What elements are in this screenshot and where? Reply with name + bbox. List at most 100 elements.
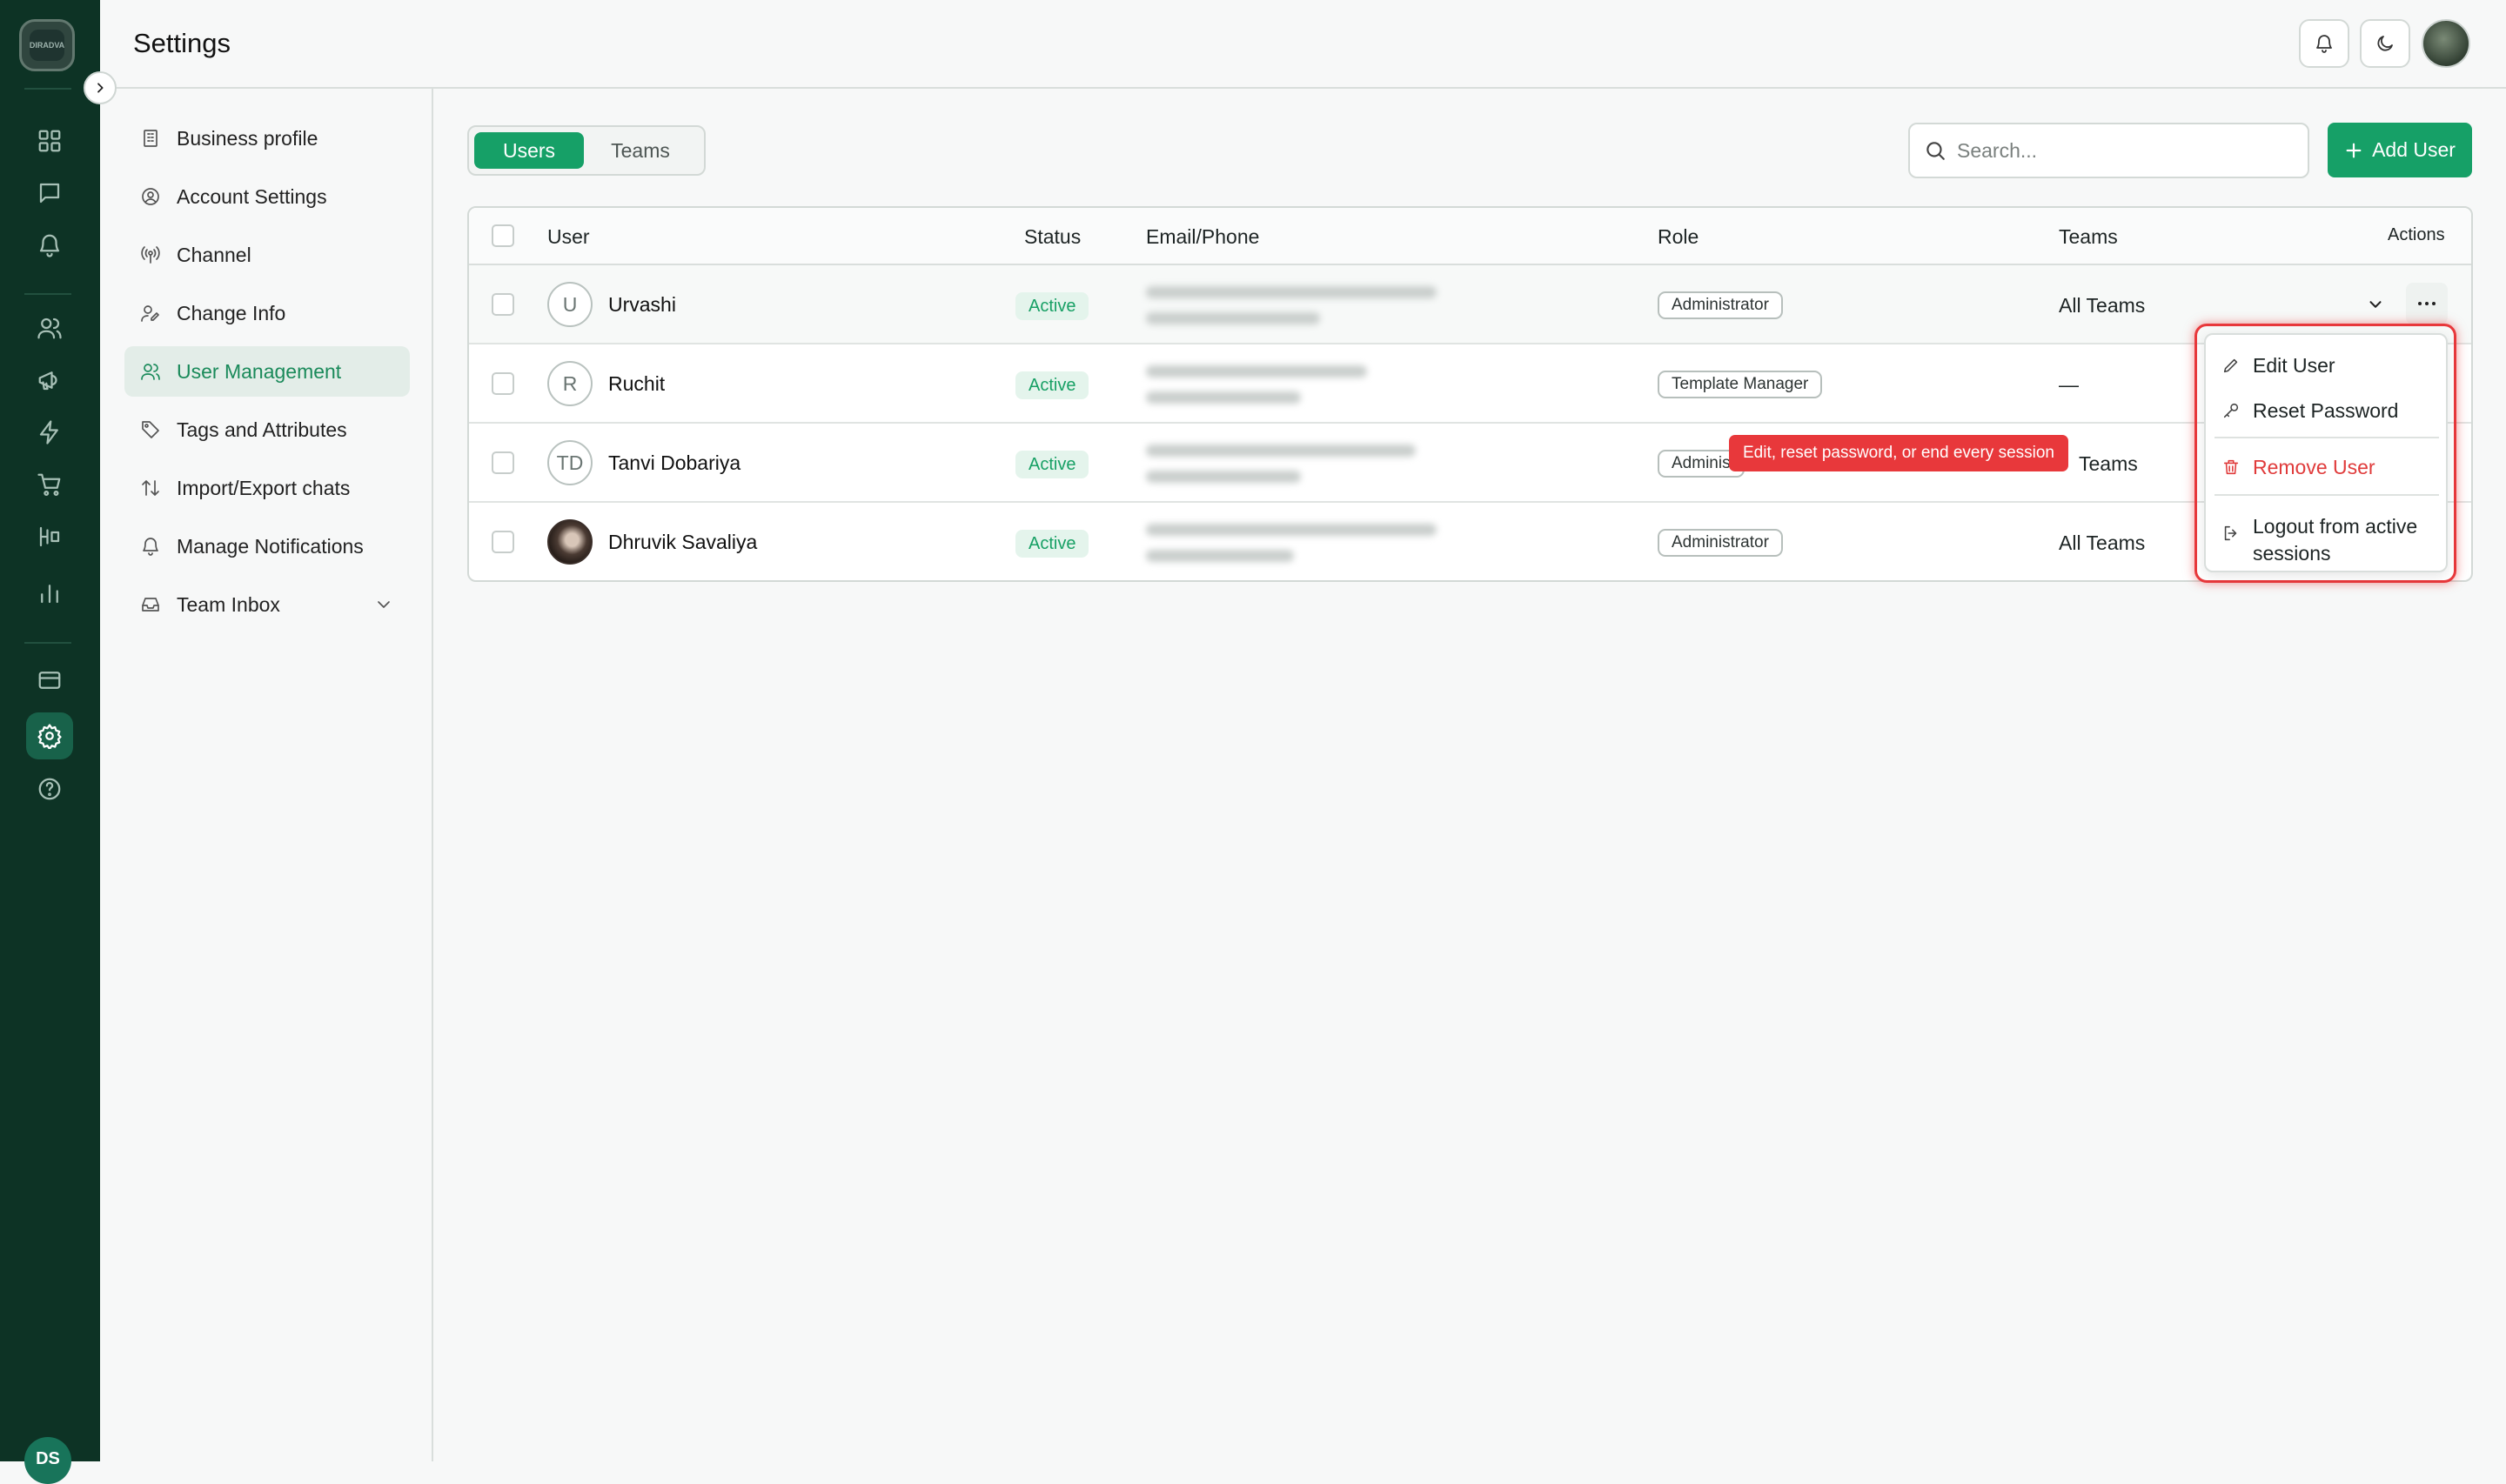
nav-change-info[interactable]: Change Info — [124, 288, 410, 338]
user-name: Tanvi Dobariya — [608, 451, 741, 474]
status-badge: Active — [1015, 530, 1089, 558]
menu-divider — [2215, 494, 2439, 496]
billing-icon[interactable] — [30, 661, 69, 699]
phone-redacted — [1146, 391, 1301, 404]
automation-icon[interactable] — [30, 413, 69, 451]
row-checkbox[interactable] — [492, 531, 514, 553]
tab-teams[interactable]: Teams — [586, 132, 695, 169]
nav-label: Tags and Attributes — [177, 418, 347, 441]
nav-channel[interactable]: Channel — [124, 230, 410, 280]
user-name: Dhruvik Savaliya — [608, 531, 758, 553]
teams-value: — — [2059, 373, 2079, 396]
trash-icon — [2223, 459, 2239, 475]
email-redacted — [1146, 286, 1437, 298]
table-row[interactable]: R Ruchit Active Template Manager — — [469, 344, 2471, 424]
column-role[interactable]: Role — [1658, 225, 1699, 249]
add-user-label: Add User — [2372, 138, 2456, 161]
menu-label: Reset Password — [2253, 399, 2399, 422]
nav-user-management[interactable]: User Management — [124, 346, 410, 397]
users-icon — [141, 364, 160, 380]
nav-label: Import/Export chats — [177, 476, 351, 499]
inbox-icon — [142, 598, 159, 612]
integrations-icon[interactable] — [30, 518, 69, 556]
row-checkbox[interactable] — [492, 372, 514, 395]
contacts-icon[interactable] — [30, 309, 69, 347]
menu-label: sessions — [2253, 542, 2331, 565]
menu-label: Logout from active — [2253, 515, 2418, 538]
bell-icon — [2316, 35, 2332, 53]
nav-manage-notifications[interactable]: Manage Notifications — [124, 521, 410, 572]
action-tooltip: Edit, reset password, or end every sessi… — [1729, 435, 2069, 471]
menu-label: Remove User — [2253, 456, 2375, 478]
nav-label: Manage Notifications — [177, 534, 364, 558]
nav-import-export[interactable]: Import/Export chats — [124, 463, 410, 513]
phone-redacted — [1146, 471, 1301, 483]
app-logo[interactable]: DIRADVA — [19, 19, 75, 71]
menu-logout-sessions[interactable]: Logout from active sessions — [2206, 513, 2446, 567]
nav-account-settings[interactable]: Account Settings — [124, 171, 410, 222]
nav-team-inbox[interactable]: Team Inbox — [124, 579, 410, 630]
logout-icon — [2224, 525, 2237, 541]
nav-tags-attributes[interactable]: Tags and Attributes — [124, 404, 410, 455]
email-redacted — [1146, 524, 1437, 536]
nav-label: Business profile — [177, 126, 318, 150]
column-user[interactable]: User — [547, 225, 590, 249]
moon-icon — [2377, 36, 2393, 51]
menu-edit-user[interactable]: Edit User — [2206, 354, 2446, 378]
action-menu-highlight: Edit User Reset Password Remove User Log… — [2194, 324, 2456, 583]
avatar — [547, 519, 593, 565]
chevron-down-icon[interactable] — [2366, 295, 2385, 314]
dashboard-icon[interactable] — [30, 122, 69, 160]
users-table: User Status Email/Phone Role Teams Actio… — [467, 206, 2473, 582]
column-actions: Actions — [2388, 225, 2445, 244]
tab-users[interactable]: Users — [474, 132, 584, 169]
chat-icon[interactable] — [30, 174, 69, 212]
avatar: U — [547, 282, 593, 327]
campaigns-icon[interactable] — [30, 361, 69, 399]
table-header: User Status Email/Phone Role Teams Actio… — [469, 208, 2471, 265]
nav-business-profile[interactable]: Business profile — [124, 113, 410, 164]
select-all-checkbox[interactable] — [492, 224, 514, 247]
avatar: TD — [547, 440, 593, 485]
settings-sidebar: Business profile Account Settings Channe… — [100, 89, 433, 1461]
role-badge: Administrator — [1658, 529, 1783, 557]
column-email-phone[interactable]: Email/Phone — [1146, 225, 1259, 249]
key-icon — [2223, 403, 2239, 418]
table-row[interactable]: U Urvashi Active Administrator All Teams — [469, 265, 2471, 344]
profile-avatar[interactable] — [2422, 19, 2470, 68]
column-status[interactable]: Status — [1024, 225, 1081, 249]
notifications-icon[interactable] — [30, 226, 69, 264]
phone-redacted — [1146, 550, 1294, 562]
help-icon[interactable] — [30, 770, 69, 808]
commerce-icon[interactable] — [30, 465, 69, 504]
user-action-menu: Edit User Reset Password Remove User Log… — [2204, 333, 2448, 572]
theme-toggle-button[interactable] — [2360, 19, 2410, 68]
pencil-icon — [2223, 358, 2238, 373]
current-user-avatar[interactable]: DS — [24, 1437, 71, 1484]
menu-label: Edit User — [2253, 354, 2335, 377]
search-input[interactable] — [1957, 138, 2296, 163]
notifications-button[interactable] — [2299, 19, 2349, 68]
menu-reset-password[interactable]: Reset Password — [2206, 399, 2446, 423]
email-redacted — [1146, 365, 1367, 378]
table-row[interactable]: Dhruvik Savaliya Active Administrator Al… — [469, 503, 2471, 580]
page-header: Settings — [100, 0, 2506, 89]
chevron-down-icon[interactable] — [373, 594, 394, 615]
search-box — [1908, 123, 2309, 178]
column-teams[interactable]: Teams — [2059, 225, 2118, 249]
row-checkbox[interactable] — [492, 451, 514, 474]
add-user-button[interactable]: Add User — [2328, 123, 2472, 177]
row-checkbox[interactable] — [492, 293, 514, 316]
user-edit-icon — [141, 305, 159, 322]
plus-icon — [2346, 143, 2362, 157]
analytics-icon[interactable] — [30, 574, 69, 612]
tag-icon — [142, 421, 159, 438]
settings-icon[interactable] — [26, 712, 73, 759]
status-badge: Active — [1015, 451, 1089, 478]
user-name: Ruchit — [608, 372, 666, 395]
more-actions-button[interactable] — [2406, 283, 2448, 324]
menu-remove-user[interactable]: Remove User — [2206, 456, 2446, 479]
table-row[interactable]: TD Tanvi Dobariya Active Adminis Teams — [469, 424, 2471, 503]
building-icon — [144, 130, 157, 147]
sidebar-toggle-button[interactable] — [84, 71, 117, 104]
